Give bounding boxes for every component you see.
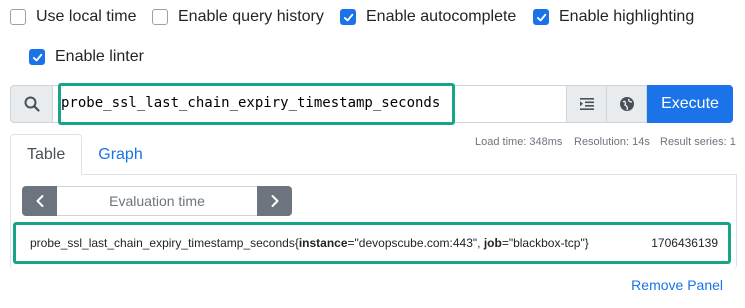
previous-time-button[interactable] (22, 186, 57, 216)
option-enable-highlighting[interactable]: Enable highlighting (533, 8, 694, 26)
option-label: Use local time (36, 8, 137, 25)
load-time: Load time: 348ms (475, 136, 563, 148)
resolution: Resolution: 14s (574, 136, 650, 148)
tab-graph[interactable]: Graph (82, 134, 158, 175)
option-enable-linter[interactable]: Enable linter (29, 48, 144, 66)
chevron-right-icon (271, 195, 278, 207)
metrics-explorer-icon (619, 97, 634, 111)
result-tabs: Table Graph (10, 134, 159, 175)
option-enable-query-history[interactable]: Enable query history (152, 8, 324, 26)
label-key-instance: instance (298, 236, 348, 250)
option-label: Enable query history (178, 8, 324, 25)
expression-bar: probe_ssl_last_chain_expiry_timestamp_se… (10, 85, 733, 123)
search-button[interactable] (10, 85, 52, 123)
label-close-brace: } (584, 236, 589, 250)
option-label: Enable autocomplete (366, 8, 517, 25)
label-key-job: job (483, 236, 502, 250)
option-enable-autocomplete[interactable]: Enable autocomplete (340, 8, 516, 26)
option-use-local-time[interactable]: Use local time (10, 8, 136, 26)
remove-panel-link[interactable]: Remove Panel (631, 277, 723, 293)
expression-text: probe_ssl_last_chain_expiry_timestamp_se… (61, 95, 441, 111)
chevron-left-icon (36, 195, 43, 207)
checkbox-enable-autocomplete[interactable] (340, 9, 356, 25)
check-icon (343, 13, 353, 21)
tab-table[interactable]: Table (10, 134, 83, 175)
option-label: Enable linter (55, 48, 144, 65)
check-icon (32, 53, 42, 61)
metric-name: probe_ssl_last_chain_expiry_timestamp_se… (30, 236, 295, 250)
series-label: probe_ssl_last_chain_expiry_timestamp_se… (30, 236, 589, 250)
label-value-instance: ="devopscube.com:443" (347, 236, 478, 250)
result-series: Result series: 1 (660, 136, 736, 148)
format-expression-icon (579, 98, 594, 110)
search-icon (24, 96, 40, 112)
table-row: probe_ssl_last_chain_expiry_timestamp_se… (16, 225, 728, 262)
next-time-button[interactable] (257, 186, 292, 216)
evaluation-time-input[interactable]: Evaluation time (57, 186, 257, 216)
label-value-job: ="blackbox-tcp" (501, 236, 585, 250)
checkbox-enable-highlighting[interactable] (533, 9, 549, 25)
checkbox-enable-linter[interactable] (29, 49, 45, 65)
evaluation-time-control: Evaluation time (22, 186, 292, 216)
execute-button[interactable]: Execute (647, 85, 733, 123)
check-icon (536, 13, 546, 21)
metrics-explorer-button[interactable] (607, 85, 647, 123)
label-separator: , (477, 236, 484, 250)
option-label: Enable highlighting (559, 8, 695, 25)
format-expression-button[interactable] (567, 85, 607, 123)
series-value: 1706436139 (651, 236, 718, 250)
expression-input[interactable]: probe_ssl_last_chain_expiry_timestamp_se… (52, 85, 567, 123)
checkbox-use-local-time[interactable] (10, 9, 26, 25)
checkbox-enable-query-history[interactable] (152, 9, 168, 25)
